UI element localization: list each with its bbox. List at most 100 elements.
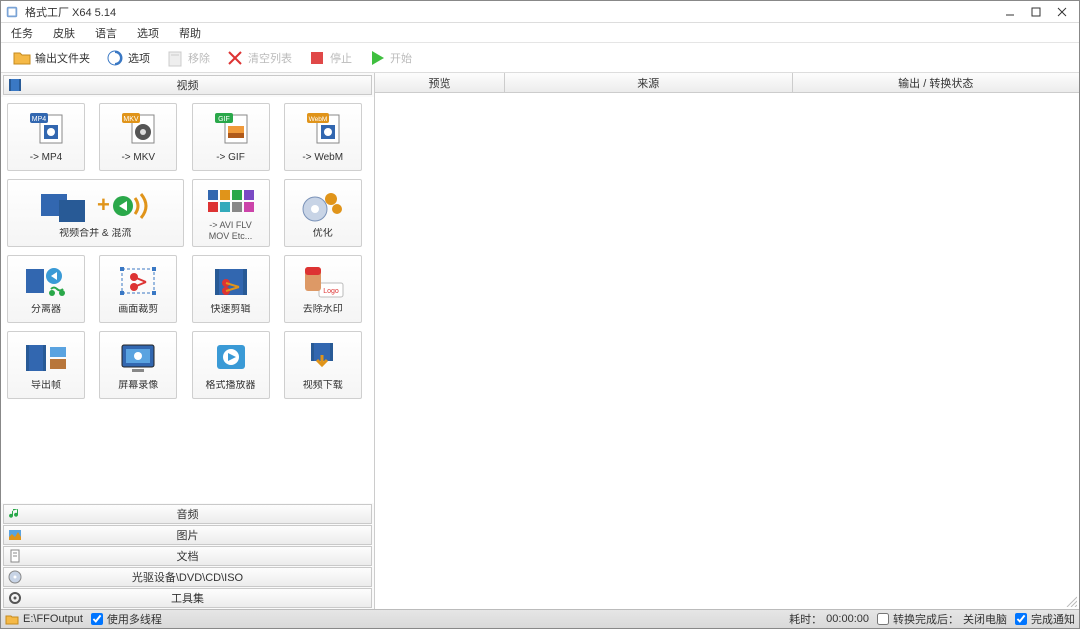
tile-gif-label: -> GIF: [197, 152, 265, 166]
task-list-panel: 预览 来源 输出 / 转换状态: [375, 73, 1079, 609]
remove-icon: [166, 49, 184, 67]
start-label: 开始: [390, 50, 412, 66]
tile-download-label: 视频下载: [289, 380, 357, 394]
output-path-segment[interactable]: E:\FFOutput: [5, 613, 83, 625]
menu-help[interactable]: 帮助: [175, 23, 205, 43]
download-icon: [289, 336, 357, 380]
category-document[interactable]: 文档: [3, 546, 372, 566]
resize-grip-icon: [1065, 595, 1077, 607]
tile-merge[interactable]: + 视频合并 & 混流: [7, 179, 184, 247]
category-video-header[interactable]: 视频: [3, 75, 372, 95]
tile-export-frame-label: 导出帧: [12, 380, 80, 394]
tile-watermark-label: 去除水印: [289, 304, 357, 318]
category-audio-label: 音频: [177, 506, 199, 522]
mkv-icon: MKV: [104, 108, 172, 152]
output-folder-button[interactable]: 输出文件夹: [7, 46, 96, 70]
app-icon: [5, 5, 19, 19]
folder-icon: [5, 613, 19, 625]
tile-screenrec[interactable]: 屏幕录像: [99, 331, 177, 399]
tile-optimize[interactable]: 优化: [284, 179, 362, 247]
tile-gif[interactable]: GIF -> GIF: [192, 103, 270, 171]
titlebar: 格式工厂 X64 5.14: [1, 1, 1079, 23]
picture-icon: [8, 528, 22, 542]
toolbar: 输出文件夹 选项 移除 清空列表 停止 开始: [1, 43, 1079, 73]
after-done-label: 转换完成后：: [893, 611, 959, 627]
sidebar: 视频 MP4 -> MP4 MKV -> MKV GIF -> GIF WebM: [1, 73, 375, 609]
elapsed-value: 00:00:00: [826, 613, 869, 625]
category-rom[interactable]: 光驱设备\DVD\CD\ISO: [3, 567, 372, 587]
close-button[interactable]: [1049, 2, 1075, 22]
tile-player-label: 格式播放器: [197, 380, 265, 394]
splitter-icon: [12, 260, 80, 304]
start-button[interactable]: 开始: [362, 46, 418, 70]
tile-quickcut[interactable]: 快速剪辑: [192, 255, 270, 323]
multithread-segment: 使用多线程: [91, 611, 162, 627]
watermark-icon: Logo: [289, 260, 357, 304]
multithread-label: 使用多线程: [107, 611, 162, 627]
category-picture[interactable]: 图片: [3, 525, 372, 545]
crop-icon: [104, 260, 172, 304]
stop-button[interactable]: 停止: [302, 46, 358, 70]
menu-options[interactable]: 选项: [133, 23, 163, 43]
screenrec-icon: [104, 336, 172, 380]
avi-icon: [197, 184, 265, 220]
after-done-checkbox[interactable]: [877, 613, 889, 625]
notify-checkbox[interactable]: [1015, 613, 1027, 625]
window-controls: [997, 2, 1075, 22]
disc-icon: [8, 570, 22, 584]
merge-icon: +: [12, 184, 179, 228]
tile-download[interactable]: 视频下载: [284, 331, 362, 399]
tile-mkv-label: -> MKV: [104, 152, 172, 166]
menu-skin[interactable]: 皮肤: [49, 23, 79, 43]
task-list-body[interactable]: [375, 93, 1079, 609]
svg-text:Logo: Logo: [323, 288, 339, 295]
col-source[interactable]: 来源: [505, 73, 793, 92]
category-document-label: 文档: [177, 548, 199, 564]
tile-splitter[interactable]: 分离器: [7, 255, 85, 323]
gif-icon: GIF: [197, 108, 265, 152]
svg-text:WebM: WebM: [308, 116, 327, 123]
menu-task[interactable]: 任务: [7, 23, 37, 43]
menu-language[interactable]: 语言: [91, 23, 121, 43]
clear-icon: [226, 49, 244, 67]
options-icon: [106, 49, 124, 67]
tile-optimize-label: 优化: [289, 228, 357, 242]
category-video-label: 视频: [177, 77, 199, 93]
multithread-checkbox[interactable]: [91, 613, 103, 625]
category-toolset[interactable]: 工具集: [3, 588, 372, 608]
stop-icon: [308, 49, 326, 67]
tile-webm[interactable]: WebM -> WebM: [284, 103, 362, 171]
gear-icon: [8, 591, 22, 605]
tile-watermark[interactable]: Logo 去除水印: [284, 255, 362, 323]
col-preview[interactable]: 预览: [375, 73, 505, 92]
tile-export-frame[interactable]: 导出帧: [7, 331, 85, 399]
category-picture-label: 图片: [177, 527, 199, 543]
after-done-value: 关闭电脑: [963, 611, 1007, 627]
tile-webm-label: -> WebM: [289, 152, 357, 166]
category-rom-label: 光驱设备\DVD\CD\ISO: [132, 569, 243, 585]
col-status[interactable]: 输出 / 转换状态: [793, 73, 1080, 92]
remove-button[interactable]: 移除: [160, 46, 216, 70]
output-folder-label: 输出文件夹: [35, 50, 90, 66]
main-area: 视频 MP4 -> MP4 MKV -> MKV GIF -> GIF WebM: [1, 73, 1079, 609]
webm-icon: WebM: [289, 108, 357, 152]
tile-player[interactable]: 格式播放器: [192, 331, 270, 399]
clear-list-button[interactable]: 清空列表: [220, 46, 298, 70]
export-frame-icon: [12, 336, 80, 380]
music-icon: [8, 507, 22, 521]
folder-icon: [13, 49, 31, 67]
tile-mp4[interactable]: MP4 -> MP4: [7, 103, 85, 171]
minimize-button[interactable]: [997, 2, 1023, 22]
play-icon: [368, 49, 386, 67]
maximize-button[interactable]: [1023, 2, 1049, 22]
tile-mp4-label: -> MP4: [12, 152, 80, 166]
optimize-icon: [289, 184, 357, 228]
category-toolset-label: 工具集: [171, 590, 204, 606]
options-button[interactable]: 选项: [100, 46, 156, 70]
document-icon: [8, 549, 22, 563]
tile-crop[interactable]: 画面裁剪: [99, 255, 177, 323]
elapsed-segment: 耗时： 00:00:00: [789, 611, 869, 627]
category-audio[interactable]: 音频: [3, 504, 372, 524]
tile-avi[interactable]: -> AVI FLV MOV Etc...: [192, 179, 270, 247]
tile-mkv[interactable]: MKV -> MKV: [99, 103, 177, 171]
